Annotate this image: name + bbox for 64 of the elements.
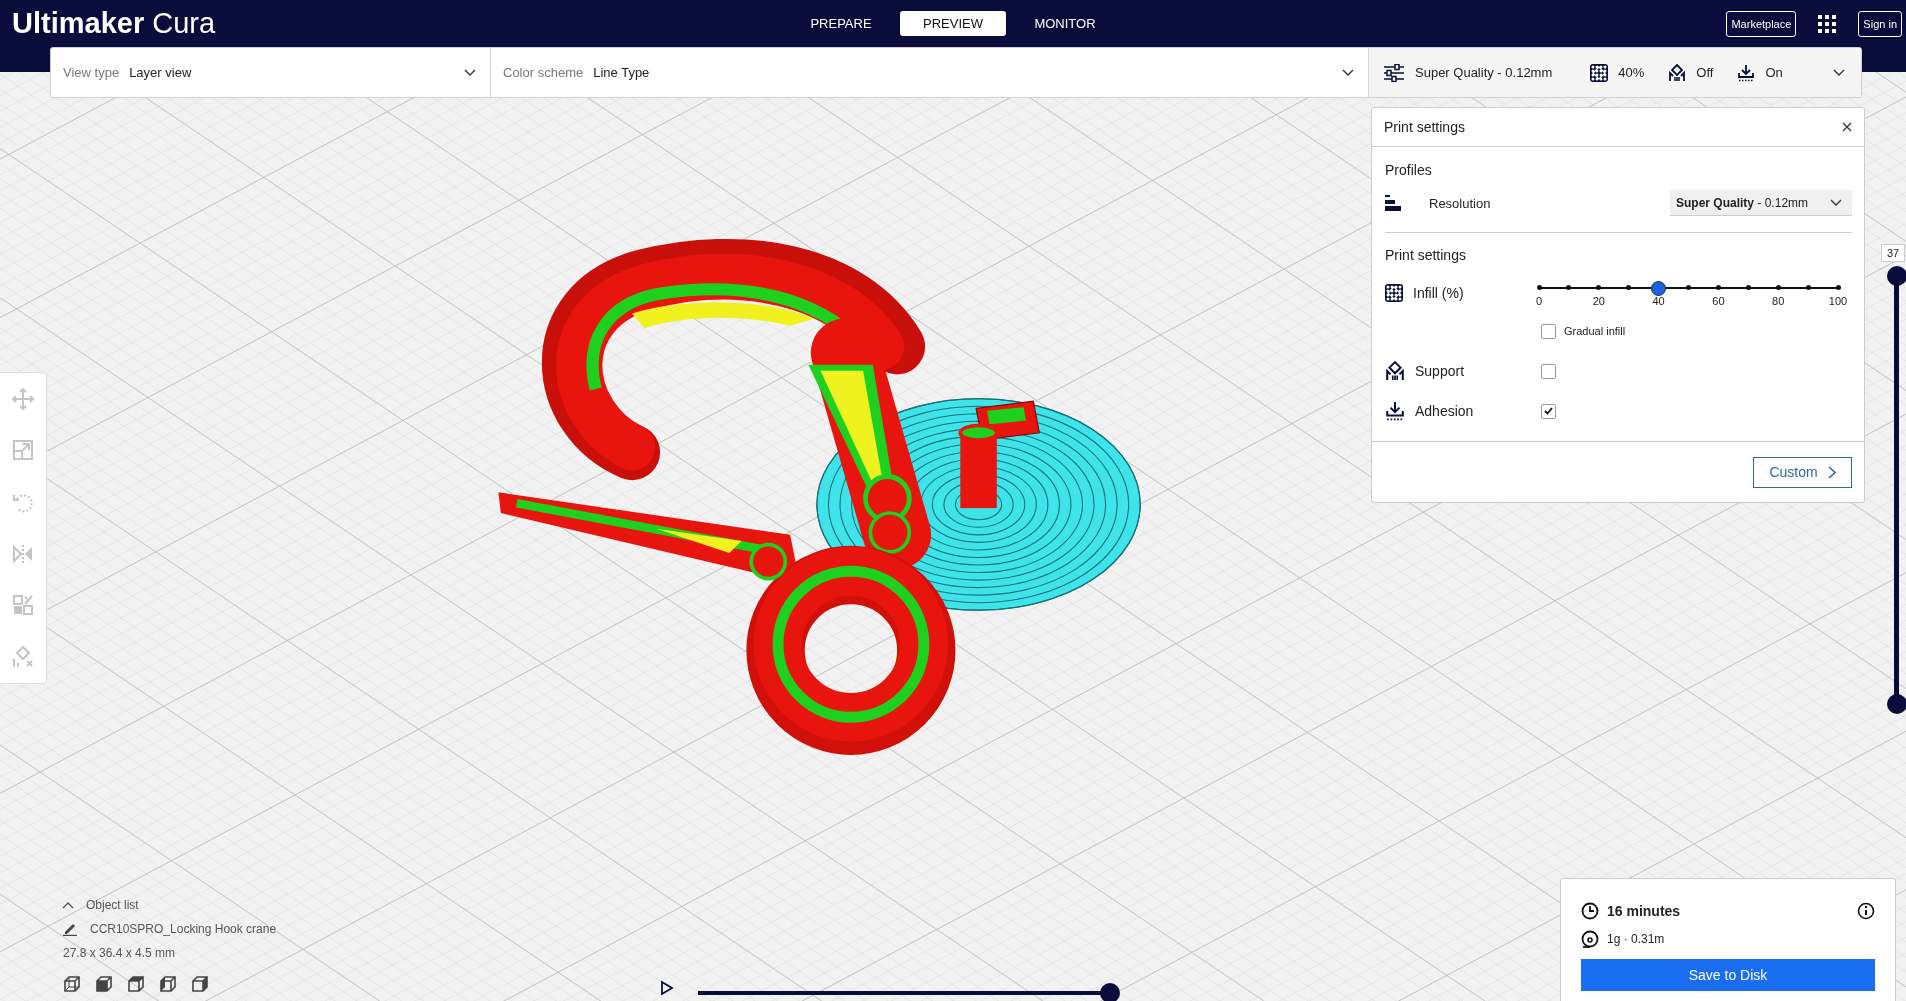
support-icon	[1668, 63, 1687, 82]
slider-thumb[interactable]	[1651, 281, 1667, 296]
section-heading: Profiles	[1385, 162, 1433, 178]
object-name: CCR10SPRO_Locking Hook crane	[90, 922, 277, 936]
view-cube-icon[interactable]	[126, 974, 146, 994]
material-usage: 1g · 0.31m	[1607, 932, 1665, 946]
view-cube-icon[interactable]	[62, 974, 82, 994]
tick-label: 100	[1828, 295, 1848, 307]
view-cube-icon[interactable]	[158, 974, 178, 994]
checkmark-icon	[1544, 407, 1553, 415]
tick-label: 60	[1712, 295, 1725, 307]
print-time: 16 minutes	[1607, 903, 1681, 919]
setting-label: Support	[1415, 363, 1465, 379]
object-list-toggle[interactable]: Object list	[86, 898, 139, 912]
print-setup-selector[interactable]: Super Quality - 0.12mm 40% Off On	[1369, 48, 1861, 97]
resolution-icon	[1385, 195, 1401, 211]
adhesion-icon	[1385, 401, 1405, 421]
gradual-infill-checkbox[interactable]	[1541, 323, 1556, 339]
stage-tab[interactable]: PREPARE	[788, 11, 894, 36]
caret-up-icon[interactable]	[62, 901, 74, 909]
stage-tab[interactable]: PREVIEW	[900, 11, 1006, 36]
chevron-right-icon	[1827, 465, 1836, 479]
tick-label: 20	[1592, 295, 1605, 307]
tick-label: 40	[1652, 295, 1665, 307]
infill-pattern-icon	[1385, 284, 1403, 302]
info-icon[interactable]	[1857, 902, 1875, 920]
custom-button[interactable]: Custom	[1753, 456, 1852, 488]
app-logo: Ultimaker Cura	[11, 7, 217, 40]
section-heading: Print settings	[1385, 247, 1467, 263]
profile-dropdown[interactable]: Super Quality - 0.12mm	[1670, 190, 1852, 216]
view-cube-icon[interactable]	[190, 974, 210, 994]
chevron-down-icon	[1342, 68, 1354, 77]
settings-sliders-icon	[1383, 63, 1405, 82]
resolution-label: Resolution	[1429, 195, 1491, 211]
pencil-icon	[62, 922, 78, 936]
play-icon[interactable]	[660, 980, 674, 996]
save-to-disk-button[interactable]: Save to Disk	[1581, 959, 1875, 991]
panel-title: Print settings	[1384, 119, 1465, 135]
marketplace-button[interactable]: Marketplace	[1726, 10, 1797, 37]
object-dimensions: 27.8 x 36.4 x 4.5 mm	[63, 946, 177, 960]
layer-number: 37	[1881, 244, 1905, 262]
support-icon	[1385, 361, 1405, 381]
view-type-dropdown[interactable]: View type Layer view	[51, 48, 491, 97]
chevron-down-icon	[464, 68, 476, 77]
apps-grid-icon[interactable]	[1818, 14, 1837, 33]
tick-label: 0	[1535, 295, 1543, 307]
support-checkbox[interactable]	[1541, 363, 1556, 379]
stage-tab[interactable]: MONITOR	[1012, 11, 1118, 36]
setting-label: Infill (%)	[1413, 285, 1464, 301]
layer-slider[interactable]	[1887, 266, 1906, 714]
infill-slider[interactable]: 0 20 40 60 80 100	[1535, 273, 1848, 313]
spool-icon	[1581, 930, 1599, 948]
adhesion-checkbox[interactable]	[1541, 403, 1556, 419]
clock-icon	[1581, 902, 1599, 920]
setting-label: Adhesion	[1415, 403, 1474, 419]
chevron-down-icon	[1830, 198, 1842, 207]
tick-label: 80	[1772, 295, 1785, 307]
view-cube-icon[interactable]	[94, 974, 114, 994]
adhesion-icon	[1737, 63, 1756, 82]
infill-pattern-icon	[1590, 63, 1609, 82]
sign-in-button[interactable]: Sign in	[1858, 10, 1902, 37]
chevron-down-icon	[1833, 68, 1845, 77]
close-icon[interactable]	[1842, 122, 1852, 132]
checkbox-label: Gradual infill	[1564, 325, 1626, 337]
